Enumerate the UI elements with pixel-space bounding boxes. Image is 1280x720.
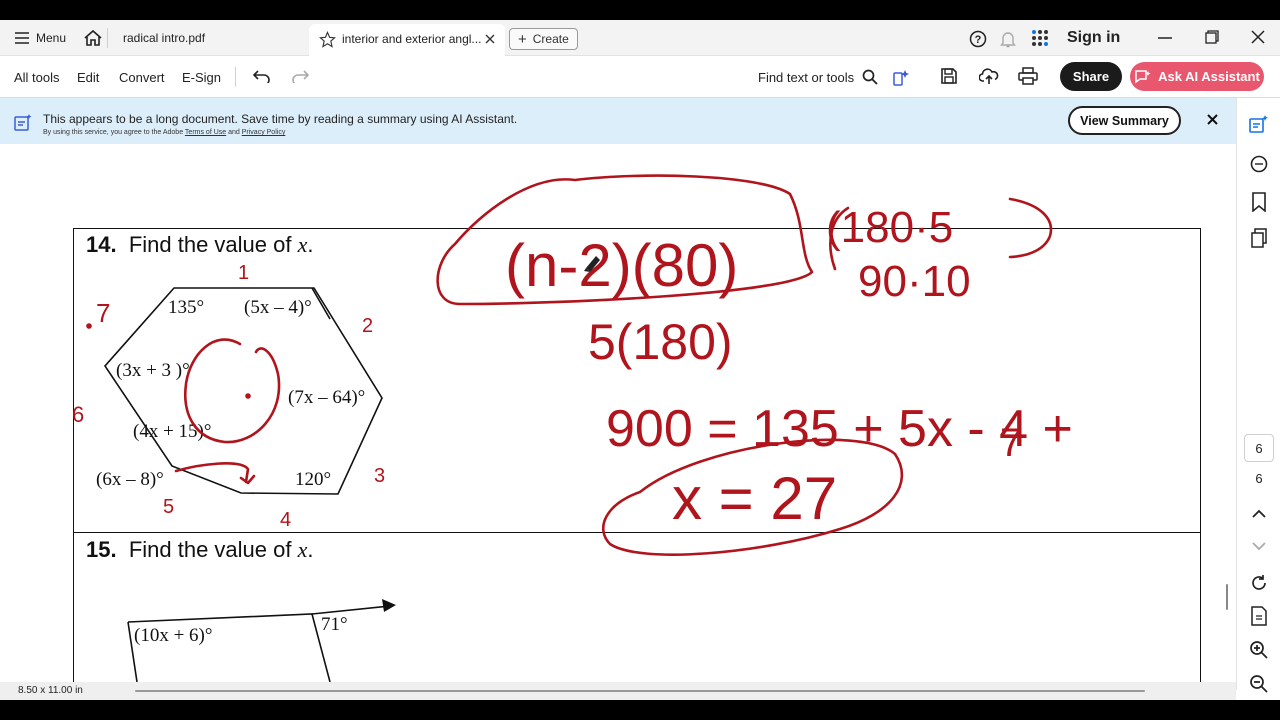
pages-icon[interactable]	[1250, 228, 1268, 248]
help-icon[interactable]: ?	[969, 30, 987, 48]
redo-icon[interactable]	[290, 69, 310, 83]
esign-button[interactable]: E-Sign	[182, 56, 221, 98]
ink-side-3: 3	[374, 465, 385, 487]
svg-text:?: ?	[975, 34, 982, 46]
pdf-viewer-window: Menu radical intro.pdf interior and exte…	[0, 0, 1280, 720]
convert-button[interactable]: Convert	[119, 56, 165, 98]
cloud-upload-icon[interactable]	[979, 66, 999, 86]
save-icon[interactable]	[940, 67, 958, 85]
create-button[interactable]: + Create	[509, 28, 578, 50]
zoom-in-icon[interactable]	[1249, 640, 1269, 660]
page-size-label: 8.50 x 11.00 in	[18, 685, 83, 696]
find-tools-button[interactable]: Find text or tools	[758, 56, 878, 98]
zoom-out-icon[interactable]	[1249, 674, 1269, 694]
ai-assistant-button[interactable]: Ask AI Assistant	[1130, 62, 1264, 91]
share-button[interactable]: Share	[1060, 62, 1122, 91]
edit-button[interactable]: Edit	[77, 56, 99, 98]
minimize-icon[interactable]	[1158, 37, 1172, 39]
hamburger-icon	[15, 32, 29, 44]
close-tab-icon[interactable]	[485, 34, 495, 44]
home-button[interactable]	[83, 20, 103, 56]
plus-icon: +	[518, 30, 527, 48]
close-window-icon[interactable]	[1251, 30, 1265, 44]
sign-in-label: Sign in	[1067, 29, 1121, 46]
ink-side-2: 2	[362, 315, 373, 337]
all-tools-button[interactable]: All tools	[14, 56, 60, 98]
ink-side-7b: 7	[1000, 421, 1022, 465]
ink-side-5: 5	[163, 496, 174, 518]
close-banner-icon[interactable]	[1207, 114, 1218, 125]
home-icon	[84, 29, 102, 46]
ai-assistant-icon	[1135, 69, 1151, 83]
horizontal-scrollbar[interactable]	[135, 690, 1145, 692]
refresh-icon[interactable]	[1250, 574, 1268, 592]
ai-tools-icon[interactable]	[892, 67, 912, 87]
vertical-scrollbar-thumb[interactable]	[1226, 584, 1228, 610]
menu-label: Menu	[36, 31, 67, 45]
ai-summary-rail-icon[interactable]	[1249, 114, 1269, 134]
tab-radical-intro[interactable]: radical intro.pdf	[123, 20, 205, 56]
ink-calc-1b: 90·10	[858, 257, 971, 306]
ink-side-1: 1	[238, 262, 249, 284]
window-top-edge	[0, 0, 1280, 20]
find-label: Find text or tools	[758, 69, 855, 85]
all-tools-label: All tools	[14, 69, 60, 85]
bell-icon[interactable]	[1000, 30, 1016, 48]
ink-arrow	[174, 462, 256, 485]
edit-label: Edit	[77, 69, 100, 85]
banner-legal: By using this service, you agree to the …	[43, 129, 285, 136]
page-fit-icon[interactable]	[1250, 606, 1268, 626]
esign-label: E-Sign	[182, 69, 222, 85]
toolbar-divider	[235, 67, 236, 87]
ai-assistant-label: Ask AI Assistant	[1158, 69, 1260, 84]
convert-label: Convert	[119, 69, 165, 85]
chevron-down-icon[interactable]	[1252, 542, 1266, 551]
ai-summary-banner: This appears to be a long document. Save…	[0, 98, 1236, 144]
tab-label: interior and exterior angl...	[342, 32, 482, 46]
apps-grid-icon[interactable]	[1031, 29, 1049, 47]
share-label: Share	[1072, 69, 1110, 84]
star-icon[interactable]	[319, 31, 336, 48]
ink-calc-2: 5(180)	[588, 314, 733, 370]
tab-bar: Menu radical intro.pdf interior and exte…	[0, 20, 1280, 56]
tab-label: radical intro.pdf	[123, 31, 206, 45]
ink-formula: (n-2)(80)	[505, 232, 738, 299]
ink-loop-angles	[184, 338, 281, 444]
ai-summary-icon	[14, 114, 32, 131]
ink-calc-1a: (180·5	[826, 203, 953, 252]
ink-side-4: 4	[280, 509, 291, 531]
bookmark-icon[interactable]	[1250, 192, 1268, 212]
chevron-up-icon[interactable]	[1252, 509, 1266, 518]
status-bar: 8.50 x 11.00 in	[0, 682, 1236, 700]
document-viewport[interactable]: 14. Find the value of x. 135° (5x – 4)° …	[0, 144, 1222, 682]
privacy-link[interactable]: Privacy Policy	[242, 129, 286, 136]
legal-text: By using this service, you agree to the …	[43, 129, 184, 136]
tab-divider	[107, 28, 108, 48]
legal-and: and	[228, 129, 240, 136]
ink-side-6: 6	[72, 402, 84, 427]
page-number-input[interactable]: 6	[1244, 434, 1274, 462]
view-summary-button[interactable]: View Summary	[1068, 106, 1181, 135]
ink-side-7: 7	[96, 298, 110, 328]
ink-answer: x = 27	[672, 465, 837, 532]
banner-message: This appears to be a long document. Save…	[43, 112, 518, 126]
sign-in-button[interactable]: Sign in	[1067, 20, 1120, 56]
window-bottom-edge	[0, 700, 1280, 720]
print-icon[interactable]	[1018, 67, 1038, 85]
create-label: Create	[532, 32, 569, 46]
right-tool-rail: 6 6	[1236, 98, 1280, 693]
comment-icon[interactable]	[1249, 154, 1269, 174]
view-summary-label: View Summary	[1080, 113, 1169, 128]
total-pages: 6	[1255, 471, 1263, 486]
menu-button[interactable]: Menu	[14, 20, 66, 56]
ink-annotations-layer: (n-2)(80) (180·5 90·10 5(180) 900 = 135 …	[72, 174, 1073, 556]
restore-icon[interactable]	[1205, 30, 1219, 44]
ink-bracket-right	[1008, 197, 1053, 259]
tab-interior-exterior[interactable]: interior and exterior angl...	[309, 24, 505, 56]
undo-icon[interactable]	[252, 69, 272, 83]
search-icon	[862, 69, 878, 85]
terms-link[interactable]: Terms of Use	[185, 129, 226, 136]
